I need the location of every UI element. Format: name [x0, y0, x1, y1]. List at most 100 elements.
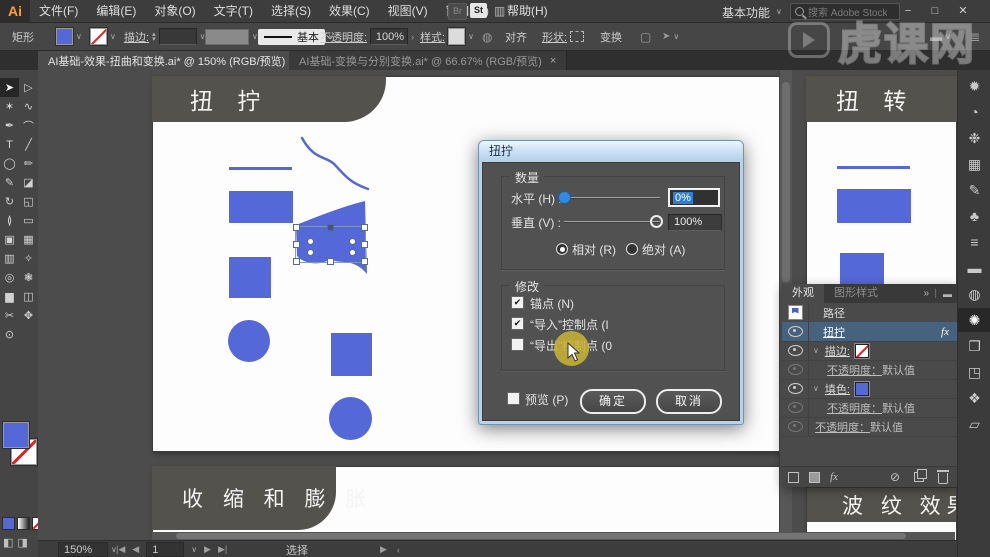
selection-handle[interactable]: [293, 224, 300, 231]
maximize-button[interactable]: □: [925, 0, 945, 22]
artboard-pucker[interactable]: 收 缩 和 膨 胀: [152, 466, 780, 542]
align-label[interactable]: 对齐: [505, 29, 527, 45]
visibility-toggle[interactable]: [782, 322, 809, 341]
chevron-down-icon[interactable]: ∨: [191, 545, 197, 554]
duplicate-item-icon[interactable]: [914, 472, 924, 482]
free-transform-tool[interactable]: ▭: [19, 211, 38, 230]
eyedropper-tool[interactable]: ✧: [19, 249, 38, 268]
artboard-twist[interactable]: 扭 转: [806, 76, 957, 287]
control-panel-menu-icon[interactable]: ≣: [970, 30, 980, 44]
width-tool[interactable]: ≬: [0, 211, 19, 230]
brushes-panel-icon[interactable]: ✎: [958, 178, 990, 202]
vertical-slider[interactable]: [564, 221, 660, 223]
mesh-tool[interactable]: ▦: [19, 230, 38, 249]
artboard-navigation-field[interactable]: 1: [146, 542, 184, 557]
tab-appearance[interactable]: 外观: [782, 284, 824, 303]
first-artboard-button[interactable]: |◀: [116, 544, 125, 555]
menu-object[interactable]: 对象(O): [145, 0, 204, 22]
ok-button[interactable]: 确定: [580, 389, 646, 414]
style-swatch[interactable]: [448, 28, 465, 45]
horizontal-scrollbar-thumb[interactable]: [176, 533, 906, 539]
recolor-artwork-icon[interactable]: ❉: [958, 126, 990, 150]
color-guide-panel-icon[interactable]: ◔: [958, 100, 990, 124]
artboard-twist-header[interactable]: 扭 转: [806, 76, 957, 122]
menu-select[interactable]: 选择(S): [262, 0, 320, 22]
appearance-panel-icon[interactable]: ✺: [958, 308, 990, 332]
new-stroke-icon[interactable]: [788, 472, 799, 483]
stroke-link[interactable]: 描边:: [819, 343, 850, 359]
appearance-row-stroke-opacity[interactable]: 不透明度：默认值: [782, 360, 957, 380]
draw-behind-icon[interactable]: ◨: [17, 536, 27, 549]
stroke-none-swatch[interactable]: [855, 344, 869, 358]
blue-square-2[interactable]: [331, 333, 372, 376]
vertical-scrollbar-thumb[interactable]: [782, 82, 790, 282]
horizontal-scrollbar[interactable]: [152, 532, 955, 540]
close-button[interactable]: ✕: [953, 0, 973, 22]
clear-appearance-icon[interactable]: ⊘: [890, 470, 900, 484]
appearance-row-path[interactable]: 路径: [782, 303, 957, 323]
gradient-tool[interactable]: ▥: [0, 249, 19, 268]
out-control-checkbox[interactable]: [511, 338, 524, 351]
shape-builder-tool[interactable]: ▣: [0, 230, 19, 249]
gradient-panel-icon[interactable]: ▬: [958, 256, 990, 280]
relative-radio[interactable]: [556, 243, 568, 255]
fill-blue-swatch[interactable]: [855, 382, 869, 396]
selection-handle[interactable]: [361, 241, 368, 248]
transform-label[interactable]: 变换: [600, 29, 622, 45]
layers-panel-icon[interactable]: ❖: [958, 386, 990, 410]
appearance-row-fill-opacity[interactable]: 不透明度：默认值: [782, 398, 957, 418]
isolate-selection-icon[interactable]: ➤: [662, 31, 670, 42]
blend-tool[interactable]: ◎: [0, 268, 19, 287]
stock-icon[interactable]: St: [470, 3, 487, 18]
document-setup-icon[interactable]: ◍: [482, 30, 492, 44]
artboard-pucker-header[interactable]: 收 缩 和 膨 胀: [152, 466, 336, 530]
ellipse-tool[interactable]: ◯: [0, 154, 19, 173]
appearance-row-tweak[interactable]: 扭拧 fx: [782, 322, 957, 342]
pen-tool[interactable]: ✒: [0, 116, 19, 135]
zoom-tool[interactable]: ⊙: [0, 325, 19, 344]
absolute-radio[interactable]: [626, 243, 638, 255]
blue-line[interactable]: [229, 167, 292, 170]
fill-color-swatch[interactable]: [56, 28, 73, 45]
document-tab-inactive[interactable]: AI基础-变换与分别变换.ai* @ 66.67% (RGB/预览) ×: [289, 51, 567, 70]
search-input[interactable]: 搜索 Adobe Stock: [790, 3, 900, 20]
artboard-ripple-header[interactable]: 波 纹 效果: [806, 487, 957, 522]
rotate-tool[interactable]: ↻: [0, 192, 19, 211]
fill-color-indicator[interactable]: [3, 422, 29, 448]
previous-artboard-button[interactable]: ◀: [132, 544, 139, 555]
graph-tool[interactable]: ▆: [0, 287, 19, 306]
type-tool[interactable]: T: [0, 135, 19, 154]
eraser-tool[interactable]: ◪: [19, 173, 38, 192]
anchor-point[interactable]: [307, 249, 314, 256]
selection-tool[interactable]: ➤: [0, 78, 19, 97]
opacity-label[interactable]: 不透明度:: [320, 29, 367, 45]
chevron-down-icon[interactable]: ∨: [110, 32, 116, 41]
layout-icon[interactable]: ▥: [494, 4, 505, 18]
color-button[interactable]: [2, 517, 15, 530]
menu-effect[interactable]: 效果(C): [320, 0, 379, 22]
bounding-box-icon[interactable]: ▢: [640, 30, 651, 44]
new-fill-icon[interactable]: [809, 472, 820, 483]
collapse-panel-icon[interactable]: »: [923, 288, 929, 299]
stroke-weight-stepper[interactable]: ▴▾: [152, 32, 156, 42]
panel-menu-icon[interactable]: ▬: [943, 289, 952, 299]
selection-handle[interactable]: [327, 224, 334, 231]
artboard-tweak-header[interactable]: 扭 拧: [152, 76, 386, 122]
stroke-weight-label[interactable]: 描边:: [124, 29, 149, 45]
blue-square[interactable]: [840, 253, 884, 286]
workspace-switcher[interactable]: 基本功能: [722, 4, 770, 21]
blue-circle[interactable]: [228, 320, 270, 362]
arrange-icon[interactable]: ▬: [930, 30, 942, 44]
line-segment-tool[interactable]: ╱: [19, 135, 38, 154]
style-label[interactable]: 样式:: [420, 29, 445, 45]
hand-tool[interactable]: ✥: [19, 306, 38, 325]
swatches-panel-icon[interactable]: ▦: [958, 152, 990, 176]
tweaked-curve[interactable]: [296, 132, 372, 194]
stroke-panel-icon[interactable]: ≡: [958, 230, 990, 254]
slice-tool[interactable]: ✂: [0, 306, 19, 325]
blue-circle-2[interactable]: [329, 397, 372, 440]
horizontal-slider-handle[interactable]: [558, 191, 571, 204]
brush-definition-dropdown[interactable]: 基本: [258, 29, 325, 45]
selection-handle[interactable]: [293, 241, 300, 248]
next-artboard-button[interactable]: ▶: [204, 544, 211, 555]
